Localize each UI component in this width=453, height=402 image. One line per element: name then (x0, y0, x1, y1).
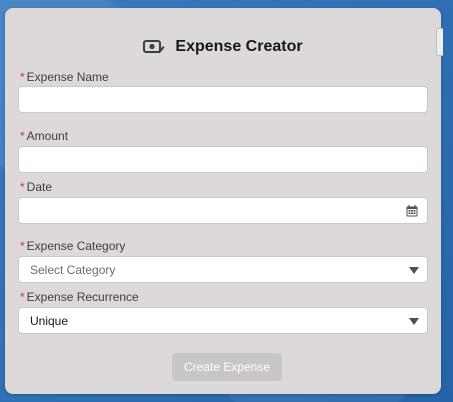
chevron-down-icon (409, 318, 419, 325)
date-label: * Date (20, 180, 52, 194)
expense-creator-card: Expense Creator * Expense Name * Amount * D… (5, 8, 443, 394)
expense-recurrence-select[interactable]: Unique (18, 307, 428, 334)
expense-name-input[interactable] (18, 86, 428, 113)
date-input[interactable] (18, 197, 428, 224)
date-label-text: Date (26, 180, 53, 194)
expense-name-label: * Expense Name (20, 70, 109, 84)
expense-category-label: * Expense Category (20, 239, 125, 253)
expense-recurrence-label-text: Expense Recurrence (26, 290, 139, 304)
required-marker: * (20, 180, 25, 194)
required-marker: * (20, 290, 25, 304)
create-expense-button[interactable]: Create Expense (172, 353, 282, 381)
expense-category-select[interactable]: Select Category (18, 256, 428, 283)
required-marker: * (20, 129, 25, 143)
expense-card-icon (143, 40, 165, 54)
page-title: Expense Creator (175, 38, 303, 55)
expense-recurrence-label: * Expense Recurrence (20, 290, 139, 304)
required-marker: * (20, 239, 25, 253)
expense-name-label-text: Expense Name (26, 70, 109, 84)
amount-label-text: Amount (26, 129, 69, 143)
chevron-down-icon (409, 267, 419, 274)
expense-category-label-text: Expense Category (26, 239, 126, 253)
expense-recurrence-selected: Unique (30, 314, 69, 328)
calendar-icon[interactable] (406, 205, 418, 217)
amount-label: * Amount (20, 129, 68, 143)
required-marker: * (20, 70, 25, 84)
amount-input[interactable] (18, 146, 428, 173)
expense-category-selected: Select Category (30, 263, 116, 277)
card-header: Expense Creator (5, 35, 441, 59)
